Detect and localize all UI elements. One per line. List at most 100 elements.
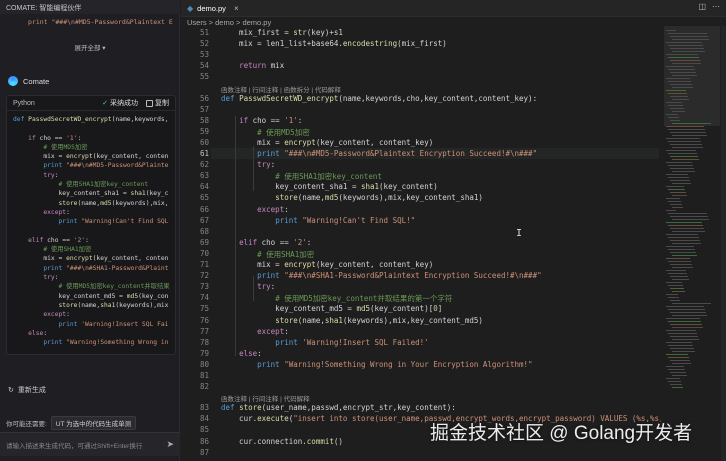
code-area[interactable]: 51 mix_first = str(key)+s1 52 mix = len1_… [181, 26, 661, 461]
code-line[interactable]: mix_first = str(key)+s1 [221, 28, 343, 37]
minimap-line [672, 39, 709, 40]
minimap-line [672, 183, 691, 184]
minimap-line [670, 372, 686, 373]
minimap-line [666, 102, 682, 103]
minimap-line [666, 78, 690, 79]
line-number: 80 [199, 359, 209, 369]
adopt-button[interactable]: ✓ 采纳成功 [102, 98, 138, 108]
minimap-line [670, 156, 698, 157]
code-line[interactable]: return mix [221, 61, 284, 70]
code-block-line: try: [43, 171, 59, 179]
minimap-line [668, 201, 681, 202]
code-line[interactable]: print "###\n#MD5-Password&Plaintext Encr… [221, 149, 537, 158]
line-number: 75 [199, 304, 209, 314]
code-line[interactable]: try: [221, 160, 275, 169]
code-line[interactable]: key_content_md5 = md5(key_content)[0] [221, 304, 442, 313]
code-line[interactable]: try: [221, 282, 275, 291]
code-line[interactable]: mix = encrypt(key_content, content_key) [221, 260, 433, 269]
minimap-line [668, 117, 679, 118]
expand-all-button[interactable]: 展开全部 ▾ [0, 42, 180, 52]
minimap-line [666, 54, 698, 55]
minimap-line [666, 282, 682, 283]
code-line[interactable]: mix = len1_list+base64.encodestring(mix_… [221, 39, 447, 48]
code-block-content[interactable]: def PasswdSecretWD_encrypt(name,keywords… [7, 111, 175, 347]
minimap-line [672, 339, 699, 340]
split-editor-icon[interactable]: ◫ [698, 2, 706, 11]
minimap-line [670, 384, 682, 385]
minimap-line [670, 144, 702, 145]
vertical-scrollbar[interactable] [721, 26, 726, 461]
previous-answer-code: print "###\n#MD5-Password&Plaintext E [28, 18, 173, 26]
tab-bar: ◆ demo.py × ◫ ⋯ [181, 0, 726, 17]
minimap-line [666, 294, 678, 295]
code-block-line: # 使用SHA1加密 [43, 246, 92, 254]
code-line[interactable]: if cho == '1': [221, 116, 302, 125]
line-number: 51 [199, 28, 209, 37]
code-line[interactable]: def store(user_name,passwd,encrypt_str,k… [221, 403, 456, 412]
line-number: 87 [199, 447, 209, 457]
code-block-line: print "Warning!Something Wrong in [43, 339, 169, 347]
minimap-line [668, 153, 697, 154]
minimap-line [670, 108, 684, 109]
assistant-name: Comate [23, 76, 50, 86]
unit-test-suggestion-chip[interactable]: UT 为选中的代码生成单测 [50, 416, 137, 430]
line-number: 55 [199, 72, 209, 82]
tab-label: demo.py [197, 4, 226, 13]
minimap-line [666, 90, 686, 91]
code-line[interactable]: print "###\n#SHA1-Password&Plaintext Enc… [221, 271, 541, 280]
line-number: 72 [199, 271, 209, 281]
line-number: 85 [199, 425, 209, 435]
line-number: 56 [199, 93, 209, 103]
codelens-actions[interactable]: 函数注释 | 行间注释 | 函数拆分 | 代码解释 [221, 84, 341, 94]
minimap-line [670, 252, 696, 253]
minimap-line [666, 162, 692, 163]
copy-button[interactable]: 复制 [146, 98, 169, 108]
minimap-line [670, 132, 706, 133]
code-line[interactable]: else: [221, 349, 262, 358]
regenerate-button[interactable]: ↻ 重新生成 [8, 385, 46, 395]
minimap-line [672, 75, 697, 76]
minimap-line [672, 171, 695, 172]
minimap-line [672, 207, 683, 208]
code-line[interactable]: except: [221, 327, 289, 336]
code-line[interactable]: print 'Warning!Insert SQL Failed!' [221, 338, 429, 347]
code-line[interactable]: store(name,sha1(keywords),mix,key_conten… [221, 316, 483, 325]
code-line[interactable]: store(name,md5(keywords),mix,key_content… [221, 193, 483, 202]
minimap-line [670, 276, 688, 277]
close-icon[interactable]: × [234, 4, 239, 13]
code-block-line: except: [43, 311, 70, 319]
minimap-line [668, 273, 687, 274]
line-number: 53 [199, 50, 209, 60]
minimap-line [672, 315, 707, 316]
minimap-line [666, 330, 696, 331]
minimap[interactable] [664, 26, 720, 461]
indent-guide [235, 116, 236, 356]
tab-demo-py[interactable]: ◆ demo.py × [187, 0, 239, 17]
codelens-actions[interactable]: 函数注释 | 行间注释 | 代码解释 [221, 393, 310, 403]
line-number: 78 [199, 337, 209, 347]
code-line[interactable]: print "Warning!Something Wrong in Your E… [221, 360, 532, 369]
more-actions-icon[interactable]: ⋯ [712, 2, 720, 11]
minimap-line [670, 96, 688, 97]
code-line[interactable]: print "Warning!Can't Find SQL!" [221, 216, 415, 225]
code-line[interactable]: cur.connection.commit() [221, 437, 343, 446]
prompt-input[interactable]: 请输入描述来生成代码，可通过Shift+Enter换行 ➤ [0, 432, 180, 456]
minimap-line [666, 258, 690, 259]
line-number: 82 [199, 382, 209, 392]
line-number: 74 [199, 293, 209, 303]
code-block-line: except: [43, 208, 70, 216]
code-line[interactable]: # 使用SHA1加密key_content [221, 171, 382, 182]
code-line[interactable]: # 使用MD5加密key_content并取结果的第一个字符 [221, 293, 452, 304]
minimap-line [668, 321, 701, 322]
minimap-line [672, 159, 699, 160]
code-line[interactable]: def PasswdSecretWD_encrypt(name,keywords… [221, 94, 537, 103]
minimap-line [672, 327, 703, 328]
minimap-line [668, 129, 705, 130]
code-line[interactable]: except: [221, 205, 289, 214]
suggestions-label: 你可能还需要: [6, 421, 47, 428]
minimap-line [668, 177, 689, 178]
minimap-line [668, 261, 691, 262]
minimap-line [672, 63, 701, 64]
send-icon[interactable]: ➤ [166, 439, 174, 450]
minimap-line [672, 267, 693, 268]
